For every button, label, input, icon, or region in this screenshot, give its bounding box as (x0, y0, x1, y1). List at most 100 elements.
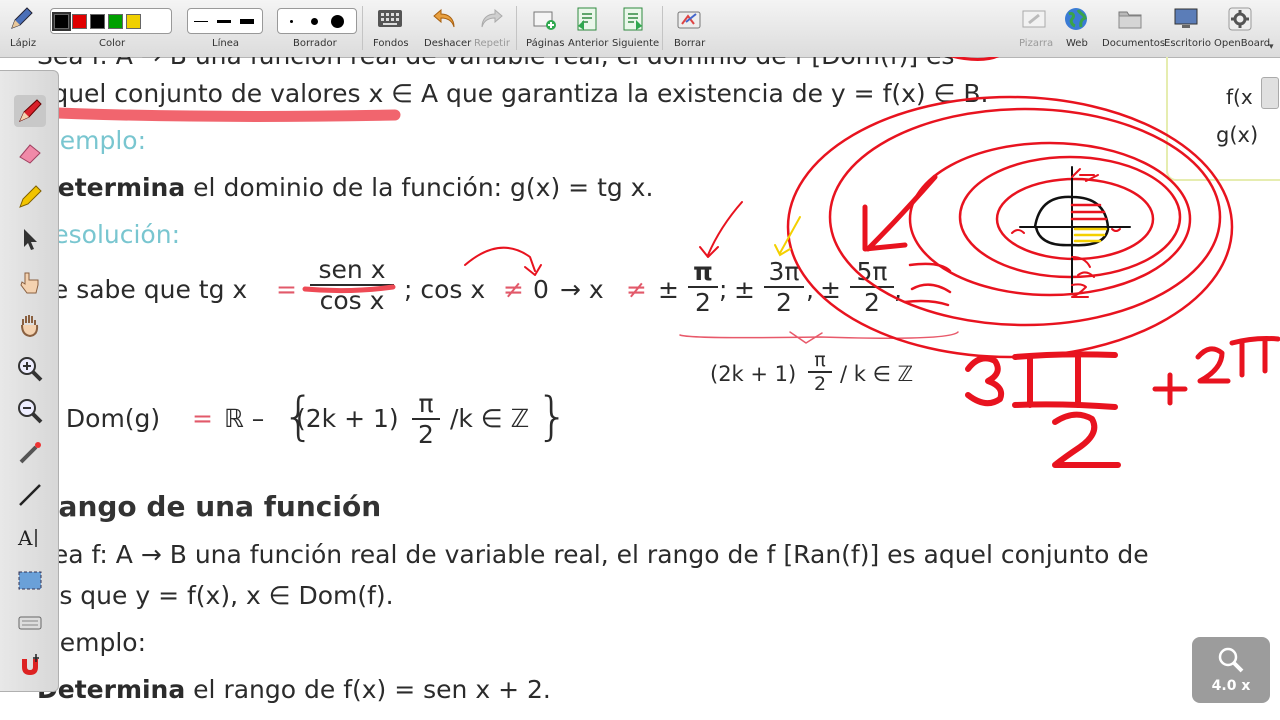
sidebar-capture-tool[interactable] (14, 565, 46, 597)
pages-label: Páginas (526, 38, 565, 49)
redo-label: Repetir (474, 38, 510, 49)
sidebar-interact-tool[interactable] (14, 267, 46, 299)
plus-minus-2: ± (734, 275, 755, 304)
pointing-hand-icon (20, 272, 39, 294)
backgrounds-label: Fondos (373, 38, 409, 49)
sidebar-magnet-tool[interactable] (14, 649, 46, 681)
pages-button[interactable]: Páginas (523, 0, 565, 57)
eraser-medium-button[interactable] (304, 12, 324, 30)
sidebar-laser-tool[interactable] (14, 437, 46, 469)
plus-minus-3: ± (820, 275, 841, 304)
laser-pointer-icon (19, 442, 41, 464)
domain-reals: ℝ – (224, 404, 265, 433)
previous-label: Anterior (568, 38, 609, 49)
numerator-3pi: 3π (768, 257, 800, 286)
board-canvas[interactable]: Sea f: A → B una función real de variabl… (0, 57, 1280, 720)
sidebar-zoom-in-tool[interactable] (14, 353, 46, 385)
monitor-icon (1172, 5, 1200, 33)
clear-label: Borrar (674, 38, 706, 49)
previous-page-icon (573, 5, 601, 33)
sabe-text: Se sabe que tg x (37, 275, 248, 304)
sidebar-keyboard-tool[interactable] (14, 607, 46, 639)
desktop-label: Escritorio (1164, 38, 1211, 49)
color-swatch-black[interactable] (52, 11, 71, 31)
denominator-2: 2 (864, 288, 880, 317)
magnet-icon (22, 654, 39, 675)
5pi-over-2-fraction: 5π 2 (850, 257, 894, 317)
redo-icon (477, 5, 505, 33)
red-pen-icon (19, 99, 42, 122)
separator-2: , (806, 275, 814, 304)
3pi-over-2-fraction: 3π 2 (764, 257, 804, 317)
color-swatch-red[interactable] (72, 13, 87, 29)
board-mode-button[interactable]: Pizarra (1015, 0, 1053, 57)
pen-tool-button[interactable]: Lápiz (4, 0, 38, 57)
example-2-statement-rest: el rango de f(x) = sen x + 2. (185, 675, 551, 704)
color-label: Color (99, 38, 126, 49)
sidebar-highlighter-tool[interactable] (14, 181, 46, 213)
eraser-icon (19, 144, 41, 164)
hand-icon (21, 315, 39, 338)
example-2-statement: Determina el rango de f(x) = sen x + 2. (37, 675, 551, 704)
color-swatch-dark[interactable] (90, 13, 105, 29)
undo-button[interactable]: Deshacer (422, 0, 472, 57)
line-thin-button[interactable] (191, 12, 211, 30)
eraser-label: Borrador (293, 38, 337, 49)
numerator-pi: π (693, 257, 713, 286)
denominator-2: 2 (776, 288, 792, 317)
zoom-out-icon (18, 399, 43, 424)
web-label: Web (1066, 38, 1088, 49)
next-page-button[interactable]: Siguiente (610, 0, 660, 57)
sidebar-line-tool[interactable] (14, 479, 46, 511)
top-toolbar: Lápiz Color Línea Borrador Fondos Deshac… (0, 0, 1280, 58)
sidebar-zoom-out-tool[interactable] (14, 395, 46, 427)
right-brace: } (536, 387, 570, 447)
openboard-menu-button[interactable]: OpenBoard (1212, 0, 1270, 57)
range-line-1: Sea f: A → B una función real de variabl… (37, 540, 1149, 569)
backgrounds-button[interactable]: Fondos (370, 0, 410, 57)
side-panel-handle[interactable] (1261, 77, 1279, 109)
previous-page-button[interactable]: Anterior (566, 0, 608, 57)
color-swatch-yellow[interactable] (126, 13, 141, 29)
sidebar-select-tool[interactable] (14, 223, 46, 255)
globe-icon (1062, 5, 1090, 33)
add-page-icon (530, 5, 558, 33)
determina-word-2: Determina (37, 675, 186, 704)
clear-button[interactable]: Borrar (670, 0, 708, 57)
next-label: Siguiente (612, 38, 660, 49)
documents-button[interactable]: Documentos (1100, 0, 1165, 57)
next-page-icon (619, 5, 647, 33)
sidebar-text-tool[interactable]: A (14, 521, 46, 553)
highlighter-icon (19, 185, 42, 208)
eraser-small-button[interactable] (281, 12, 301, 30)
pen-icon (7, 5, 35, 33)
numerator-5pi: 5π (856, 257, 888, 286)
web-button[interactable]: Web (1058, 0, 1094, 57)
sidebar-pen-tool[interactable] (14, 95, 46, 127)
sidebar-eraser-tool[interactable] (14, 137, 46, 169)
redo-button[interactable]: Repetir (472, 0, 510, 57)
domain-set-left: (2k + 1) (296, 404, 399, 433)
general-term-fraction: π 2 (808, 349, 832, 395)
fraction-numerator: sen x (318, 255, 386, 284)
arrow-x-text: → x (560, 275, 604, 304)
example-statement: Determina el dominio de la función: g(x)… (37, 173, 653, 202)
desktop-button[interactable]: Escritorio (1162, 0, 1211, 57)
eraser-size-palette (277, 8, 357, 34)
text-tool-icon: A (17, 526, 37, 550)
chevron-down-icon[interactable]: ▾ (1269, 42, 1274, 52)
sidebar-hand-tool[interactable] (14, 309, 46, 341)
side-note-bottom: g(x) (1216, 123, 1259, 147)
tangent-fraction: sen x cos x (310, 255, 394, 315)
line-medium-button[interactable] (214, 12, 234, 30)
general-numerator: π (814, 349, 826, 371)
eraser-large-button[interactable] (327, 12, 347, 30)
general-term-left: (2k + 1) (710, 362, 797, 386)
domain-equals: = (192, 404, 213, 433)
cos-text: ; cos x (404, 275, 486, 304)
undo-label: Deshacer (424, 38, 472, 49)
line-thick-button[interactable] (237, 12, 257, 30)
side-note-top: f(x (1226, 85, 1253, 109)
zoom-level-indicator[interactable]: 4.0 x (1192, 637, 1270, 703)
color-swatch-green[interactable] (108, 13, 123, 29)
